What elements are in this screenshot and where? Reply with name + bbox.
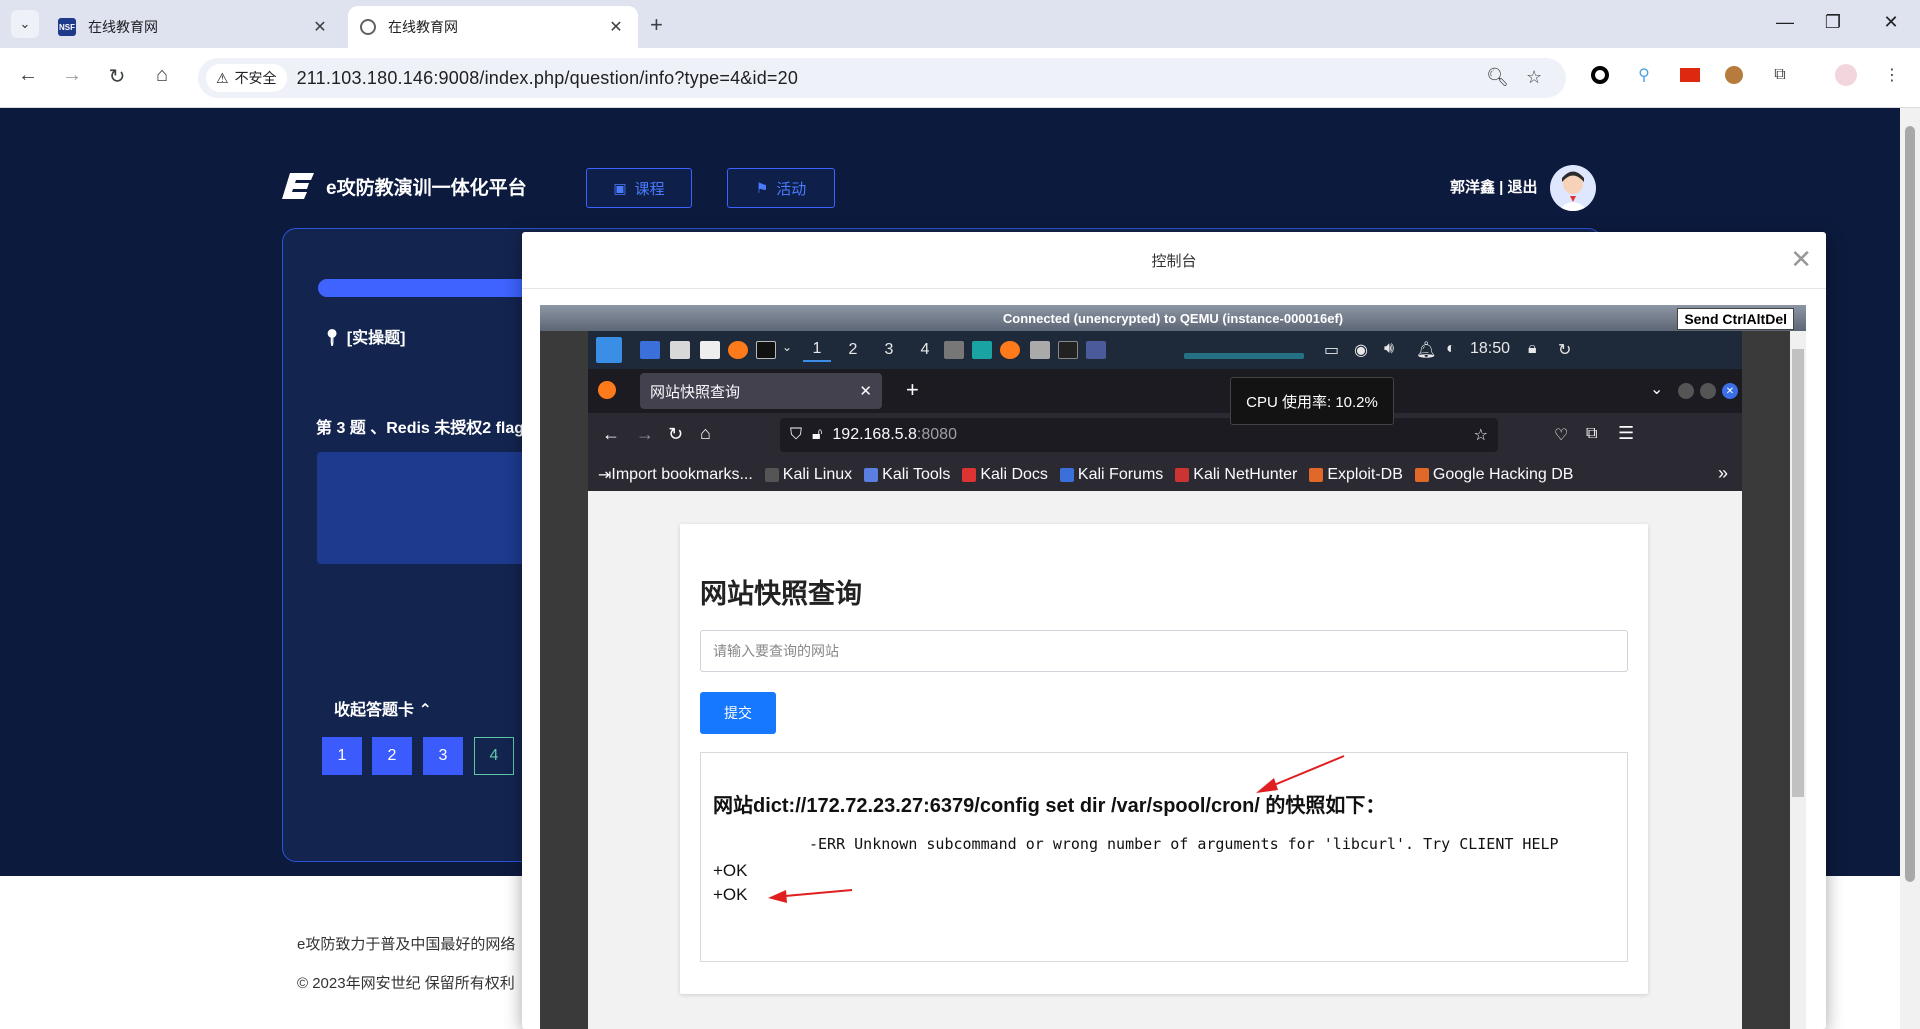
- tab-search-button[interactable]: ⌄: [11, 10, 39, 38]
- avatar[interactable]: [1550, 165, 1596, 211]
- question-number-1[interactable]: 1: [322, 737, 362, 775]
- globe-icon: [360, 19, 376, 35]
- question-content-box: [317, 452, 557, 564]
- chevron-up-icon: ⌃: [418, 702, 432, 719]
- warning-icon: ⚠: [216, 69, 229, 86]
- annotation-arrows: [768, 755, 1345, 903]
- extension-translate-icon[interactable]: ⚲: [1632, 63, 1656, 87]
- security-label: 不安全: [234, 70, 277, 86]
- cookie-icon[interactable]: [1722, 63, 1746, 87]
- security-chip[interactable]: ⚠ 不安全: [206, 64, 287, 92]
- browser-tab-2[interactable]: 在线教育网 ✕: [348, 6, 638, 48]
- extensions-puzzle-icon[interactable]: ⧉: [1768, 63, 1792, 87]
- user-logout-link[interactable]: 郭洋鑫 | 退出: [1450, 176, 1538, 197]
- address-bar[interactable]: ⚠ 不安全 211.103.180.146:9008/index.php/que…: [198, 58, 1566, 98]
- menu-kebab-icon[interactable]: ⋮: [1880, 63, 1904, 87]
- forward-button[interactable]: →: [58, 64, 86, 87]
- nav-activity-label: 活动: [776, 180, 807, 198]
- close-tab-icon[interactable]: ✕: [606, 17, 626, 37]
- url-text[interactable]: 211.103.180.146:9008/index.php/question/…: [297, 68, 799, 89]
- annotation-arrow: [1256, 755, 1345, 793]
- question-title: 第 3 题 、Redis 未授权2 flag3: [316, 420, 533, 437]
- bookmark-star-icon[interactable]: ☆: [1526, 67, 1542, 88]
- close-tab-icon[interactable]: ✕: [310, 17, 330, 37]
- flag-icon: ⚑: [755, 179, 769, 196]
- browser-toolbar: ← → ↻ ⌂ ⚠ 不安全 211.103.180.146:9008/index…: [0, 48, 1920, 108]
- profile-avatar-icon[interactable]: [1834, 63, 1858, 87]
- back-button[interactable]: ←: [14, 64, 42, 87]
- reload-button[interactable]: ↻: [103, 64, 131, 89]
- nav-course-button[interactable]: ▣ 课程: [586, 168, 692, 208]
- zoom-icon[interactable]: 🔍︎: [1486, 67, 1509, 88]
- close-window-button[interactable]: ✕: [1876, 12, 1906, 33]
- home-button[interactable]: ⌂: [148, 64, 176, 87]
- new-tab-button[interactable]: +: [650, 12, 663, 38]
- restore-button[interactable]: ❐: [1818, 12, 1848, 33]
- browser-tab-1[interactable]: NSF 在线教育网 ✕: [46, 6, 342, 48]
- logo-e-icon: [282, 171, 316, 201]
- location-pin-icon: 📍︎: [322, 330, 343, 347]
- cpu-usage-tooltip: CPU 使用率: 10.2%: [1230, 377, 1394, 425]
- footer-copyright: © 2023年网安世纪 保留所有权利: [297, 975, 515, 992]
- card-toggle-label: 收起答题卡: [334, 702, 415, 719]
- site-logo[interactable]: e攻防教演训一体化平台: [282, 171, 527, 201]
- tab-strip: ⌄ NSF 在线教育网 ✕ 在线教育网 ✕ + — ❐ ✕: [0, 0, 1920, 48]
- china-flag-icon[interactable]: [1678, 63, 1702, 87]
- nsf-logo-icon: NSF: [58, 18, 76, 36]
- question-type-label: [实操题]: [346, 330, 406, 347]
- book-icon: ▣: [613, 179, 627, 196]
- question-type: 📍︎ [实操题]: [322, 324, 405, 348]
- minimize-button[interactable]: —: [1770, 12, 1800, 33]
- logo-text: e攻防教演训一体化平台: [326, 177, 527, 199]
- nav-activity-button[interactable]: ⚑ 活动: [727, 168, 835, 208]
- annotation-arrow: [768, 889, 853, 903]
- nav-course-label: 课程: [634, 180, 665, 198]
- footer-description: e攻防致力于普及中国最好的网络: [297, 936, 516, 953]
- question-number-3[interactable]: 3: [423, 737, 463, 775]
- tab-title: 在线教育网: [388, 19, 458, 35]
- collapse-answer-card-button[interactable]: 收起答题卡 ⌃: [334, 696, 432, 720]
- console-modal: 控制台 ✕ Connected (unencrypted) to QEMU (i…: [522, 232, 1826, 1029]
- question-number-2[interactable]: 2: [372, 737, 412, 775]
- scrollbar-thumb[interactable]: [1905, 126, 1915, 882]
- page-scrollbar[interactable]: [1900, 108, 1920, 1029]
- question-number-4[interactable]: 4: [474, 737, 514, 775]
- extension-circle-icon[interactable]: [1588, 63, 1612, 87]
- tab-title: 在线教育网: [88, 19, 158, 35]
